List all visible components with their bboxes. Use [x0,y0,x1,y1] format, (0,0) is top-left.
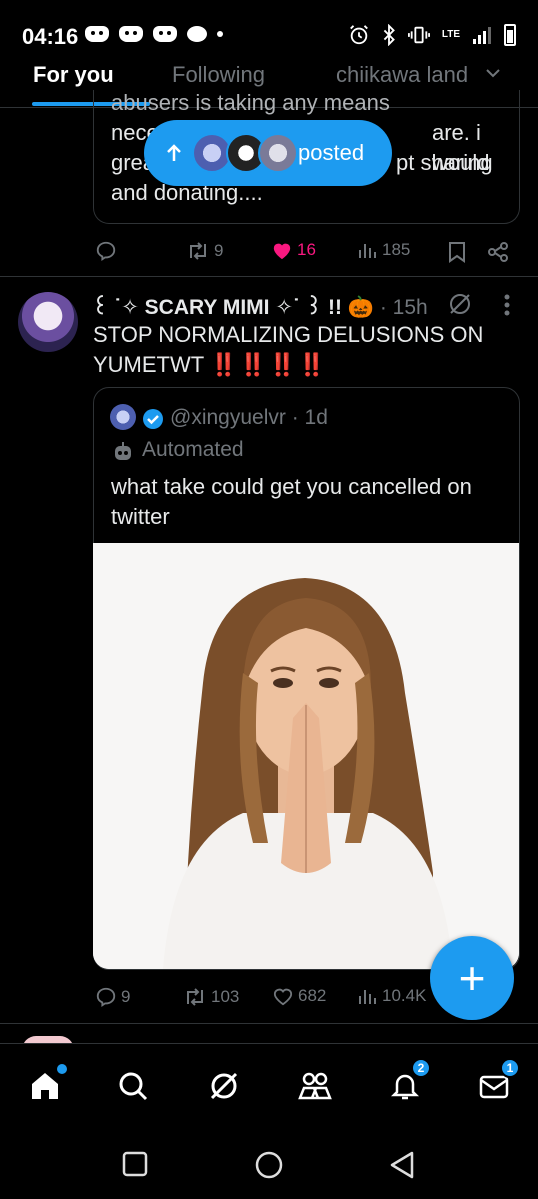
reply-icon [96,987,116,1007]
arrow-up-icon [167,144,181,161]
reply-icon [96,241,116,261]
repost-icon [190,242,206,260]
author-name[interactable]: ꒰ ˙✧ SCARY MIMI ✧˙ ꒱ !! 🎃 · 15h [92,292,428,320]
display-name: ꒰ ˙✧ SCARY MIMI ✧˙ ꒱ !! 🎃 [92,296,374,319]
discord-icon [119,26,143,42]
nav-notifications[interactable]: 2 [385,1058,431,1106]
repost-button[interactable]: 103 [183,986,239,1008]
chat-bubble-icon [187,26,207,42]
battery-icon [504,24,516,46]
recents-icon[interactable] [121,1150,149,1178]
nav-messages[interactable]: 1 [474,1058,520,1106]
author-avatar[interactable] [18,292,78,352]
repost-count: 9 [214,241,224,260]
compose-button[interactable]: + [430,936,514,1020]
views-icon [359,244,376,258]
like-button[interactable]: 682 [272,986,326,1006]
reply-count: 9 [121,987,131,1006]
search-icon [119,1072,148,1101]
reply-button[interactable]: 9 [95,986,130,1008]
back-icon[interactable] [388,1150,416,1180]
views-button[interactable]: 10.4K [358,986,426,1006]
discord-icon [85,26,109,42]
avatar [258,133,298,173]
tweet-text-line: YUMETWT ‼️‼️‼️‼️ [93,350,328,380]
bottom-nav: 2 1 [0,1043,538,1131]
home-icon [32,1073,58,1099]
views-button[interactable]: 185 [358,240,410,260]
home-circle-icon[interactable] [254,1150,284,1180]
tweet-text-line: STOP NORMALIZING DELUSIONS ON [93,322,484,347]
heart-filled-icon [273,243,291,260]
grok-icon [210,1072,238,1100]
discord-icon [153,26,177,42]
tweet-text-line2: YUMETWT [93,352,204,377]
tweet-divider [0,276,538,277]
grok-icon[interactable] [447,291,473,317]
views-count: 185 [382,240,411,259]
quote-avatar [110,404,136,430]
nav-communities[interactable] [295,1066,335,1106]
notifications-badge: 2 [411,1058,431,1078]
quote-meta: @xingyuelvr · 1d [170,406,328,430]
repost-count: 103 [211,987,240,1006]
posted-label: posted [298,140,365,165]
bookmark-icon[interactable] [448,241,466,263]
nav-grok[interactable] [204,1066,244,1106]
views-count: 10.4K [382,986,427,1005]
bluetooth-icon [383,24,395,46]
prev-quote-line: pt sharing [396,150,493,175]
automated-label: Automated [142,438,244,461]
like-count: 16 [297,240,316,259]
more-options-icon[interactable] [504,294,510,316]
repost-icon [187,988,203,1006]
reply-button[interactable] [95,240,121,262]
quote-media-image[interactable] [93,543,519,969]
share-icon[interactable] [487,241,509,263]
like-count: 682 [298,986,327,1005]
tweet-divider [0,1023,538,1024]
heart-icon [273,988,293,1006]
repost-button[interactable]: 9 [186,240,223,262]
tab-for-you[interactable]: For you [33,62,114,88]
new-posts-pill[interactable]: posted [144,120,392,186]
nav-home[interactable] [25,1064,67,1106]
plus-icon: + [458,952,486,1004]
system-navigation [0,1131,538,1199]
tab-chiikawa-land[interactable]: chiikawa land [336,62,468,88]
tweet-time: · 15h [379,296,428,319]
unread-dot [57,1064,67,1074]
tab-following[interactable]: Following [172,62,265,88]
signal-icon [473,27,491,44]
network-type: LTE [441,29,460,40]
tweet-emphasis: ‼️‼️‼️‼️ [209,352,328,377]
more-notifications-dot [217,31,223,37]
portrait-photo [93,543,519,969]
alarm-icon [349,25,368,45]
quote-handle: @xingyuelvr [170,406,286,429]
robot-icon [115,442,131,460]
notification-icons [85,26,223,42]
verified-badge-icon [143,409,163,429]
communities-icon [298,1072,332,1100]
status-time: 04:16 [22,24,79,49]
like-button[interactable]: 16 [271,240,316,260]
system-icons: LTE [348,24,516,46]
vibrate-icon [407,26,430,44]
views-icon [359,990,376,1004]
messages-badge: 1 [500,1058,520,1078]
chevron-down-icon[interactable] [486,68,500,78]
prev-quote-line: abusers is taking any means [111,90,390,115]
nav-search[interactable] [113,1066,153,1106]
status-bar: 04:16 LTE [0,0,538,62]
quote-text-line: what take could get you cancelled on [111,474,472,499]
quote-time: · 1d [291,406,328,429]
quote-text-line: twitter [111,504,170,529]
